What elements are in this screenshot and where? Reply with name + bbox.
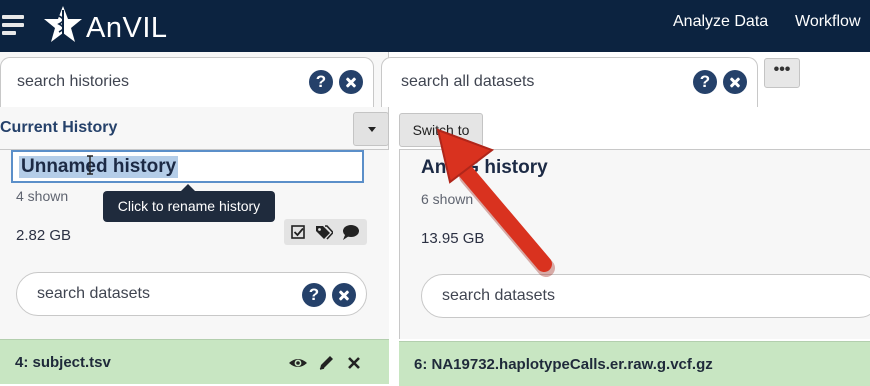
history-size: 2.82 GB (16, 227, 72, 244)
brand-name[interactable]: AnVIL (86, 12, 168, 45)
datasets-search-box[interactable]: search all datasets ? (381, 57, 758, 107)
dataset-search-input[interactable]: search datasets (37, 285, 150, 303)
dataset-row[interactable]: 6: NA19732.haplotypeCalls.er.raw.g.vcf.g… (399, 341, 870, 386)
nav-analyze-data[interactable]: Analyze Data (673, 13, 768, 31)
rename-tooltip: Click to rename history (103, 184, 275, 222)
top-navbar: AnVIL Analyze Data Workflow (0, 0, 870, 52)
delete-icon[interactable] (344, 354, 364, 372)
dataset-title[interactable]: 4: subject.tsv (15, 354, 111, 371)
clear-icon[interactable] (332, 283, 356, 307)
text-cursor-icon (87, 155, 93, 175)
datasets-search-input[interactable]: search all datasets (401, 73, 534, 91)
caret-down-icon (368, 127, 376, 132)
help-icon[interactable]: ? (302, 283, 326, 307)
dataset-search-box[interactable]: search datasets (421, 274, 870, 318)
dataset-title[interactable]: 6: NA19732.haplotypeCalls.er.raw.g.vcf.g… (414, 356, 713, 373)
annotation-icon[interactable] (342, 223, 360, 241)
more-options-button[interactable]: ••• (764, 58, 800, 88)
red-arrow-icon (436, 128, 555, 277)
shown-count[interactable]: 4 shown (16, 188, 68, 204)
dataset-search-input[interactable]: search datasets (442, 287, 555, 305)
history-name-text[interactable]: Unnamed history (19, 156, 179, 178)
history-search-box[interactable]: search histories ? (0, 57, 374, 107)
history-tools (284, 219, 367, 245)
eye-icon[interactable] (288, 354, 308, 372)
help-icon[interactable]: ? (693, 70, 717, 94)
help-icon[interactable]: ? (309, 70, 333, 94)
history-search-input[interactable]: search histories (17, 73, 129, 91)
dataset-search-box[interactable]: search datasets ? (16, 272, 367, 316)
menu-icon[interactable] (2, 15, 24, 37)
current-history-title: Current History (0, 119, 118, 136)
checkbox-icon[interactable] (290, 223, 308, 241)
clear-icon[interactable] (339, 70, 363, 94)
anvil-logo-icon[interactable] (42, 4, 84, 46)
dataset-row[interactable]: 4: subject.tsv (0, 339, 389, 384)
history-options-dropdown[interactable] (353, 112, 389, 146)
nav-workflow[interactable]: Workflow (795, 13, 861, 31)
clear-icon[interactable] (723, 70, 747, 94)
pencil-icon[interactable] (317, 354, 337, 372)
tags-icon[interactable] (315, 223, 333, 241)
history-name-field[interactable]: Unnamed history (11, 150, 364, 183)
